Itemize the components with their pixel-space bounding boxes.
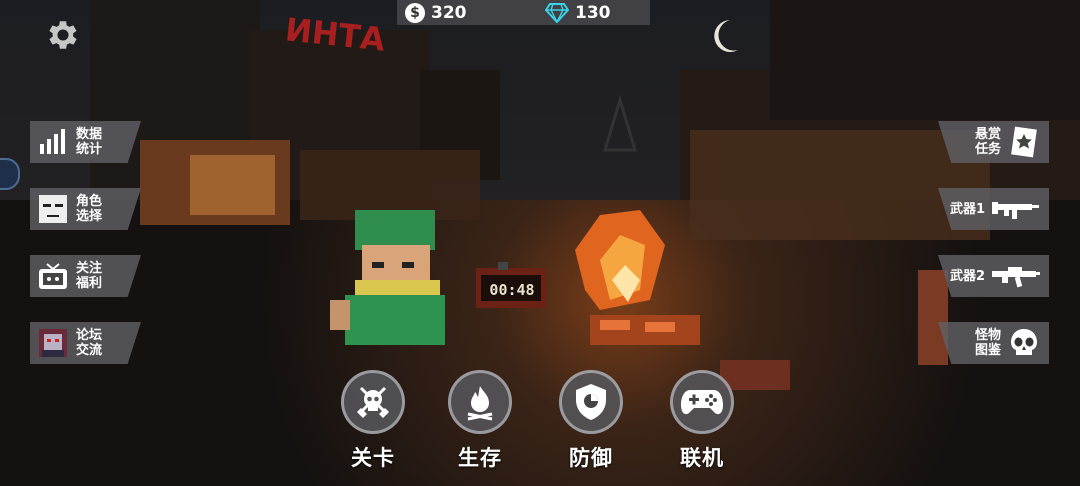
gem-counter: 130 (545, 0, 611, 25)
menu-weapon1-label: 武器1 (949, 201, 985, 217)
menu-weapon2-label: 武器2 (949, 268, 985, 284)
bomb-timer-prop: 00:48 (476, 262, 546, 308)
menu-follow-label: 关注福利 (76, 261, 103, 291)
menu-forum-label: 论坛交流 (76, 328, 103, 358)
menu-stats-button[interactable]: 数据统计 (30, 121, 141, 163)
skull-crossed-axes-icon (341, 370, 405, 434)
mode-survival-button[interactable]: 生存 (445, 370, 515, 472)
menu-bestiary-label: 怪物图鉴 (974, 328, 1001, 358)
menu-bounty-button[interactable]: 悬赏任务 (938, 121, 1049, 163)
forum-avatar-icon (36, 326, 70, 360)
mode-levels-label: 关卡 (351, 446, 395, 470)
menu-follow-button[interactable]: 关注福利 (30, 255, 141, 297)
mode-defense-button[interactable]: 防御 (556, 370, 626, 472)
character-face-icon (36, 192, 70, 226)
settings-gear-icon[interactable] (44, 16, 82, 54)
currency-bar: $ 320 130 (397, 0, 650, 25)
gamepad-icon (670, 370, 734, 434)
mode-survival-label: 生存 (458, 446, 502, 470)
coin-icon: $ (405, 2, 425, 23)
menu-weapon1-button[interactable]: 武器1 (938, 188, 1049, 230)
mode-online-label: 联机 (680, 446, 724, 470)
smg-icon (991, 192, 1041, 226)
rifle-icon (991, 259, 1041, 293)
game-scene-background: ИНТА (0, 0, 1080, 486)
campfire-icon (448, 370, 512, 434)
menu-character-label: 角色选择 (76, 194, 103, 224)
skull-icon (1007, 326, 1041, 360)
menu-bounty-label: 悬赏任务 (974, 127, 1001, 157)
menu-weapon2-button[interactable]: 武器2 (938, 255, 1049, 297)
bounty-badge-icon (1007, 125, 1041, 159)
bar-chart-icon (36, 125, 70, 159)
shield-icon (559, 370, 623, 434)
mode-levels-button[interactable]: 关卡 (338, 370, 408, 472)
coin-amount: 320 (431, 2, 467, 23)
mode-defense-label: 防御 (569, 446, 613, 470)
mode-online-button[interactable]: 联机 (667, 370, 737, 472)
menu-character-button[interactable]: 角色选择 (30, 188, 141, 230)
menu-forum-button[interactable]: 论坛交流 (30, 322, 141, 364)
coin-counter: $ 320 (405, 0, 467, 25)
timer-display: 00:48 (489, 281, 534, 299)
gem-amount: 130 (575, 2, 611, 23)
diamond-icon (545, 2, 569, 23)
tv-icon (36, 259, 70, 293)
menu-bestiary-button[interactable]: 怪物图鉴 (938, 322, 1049, 364)
menu-stats-label: 数据统计 (76, 127, 103, 157)
